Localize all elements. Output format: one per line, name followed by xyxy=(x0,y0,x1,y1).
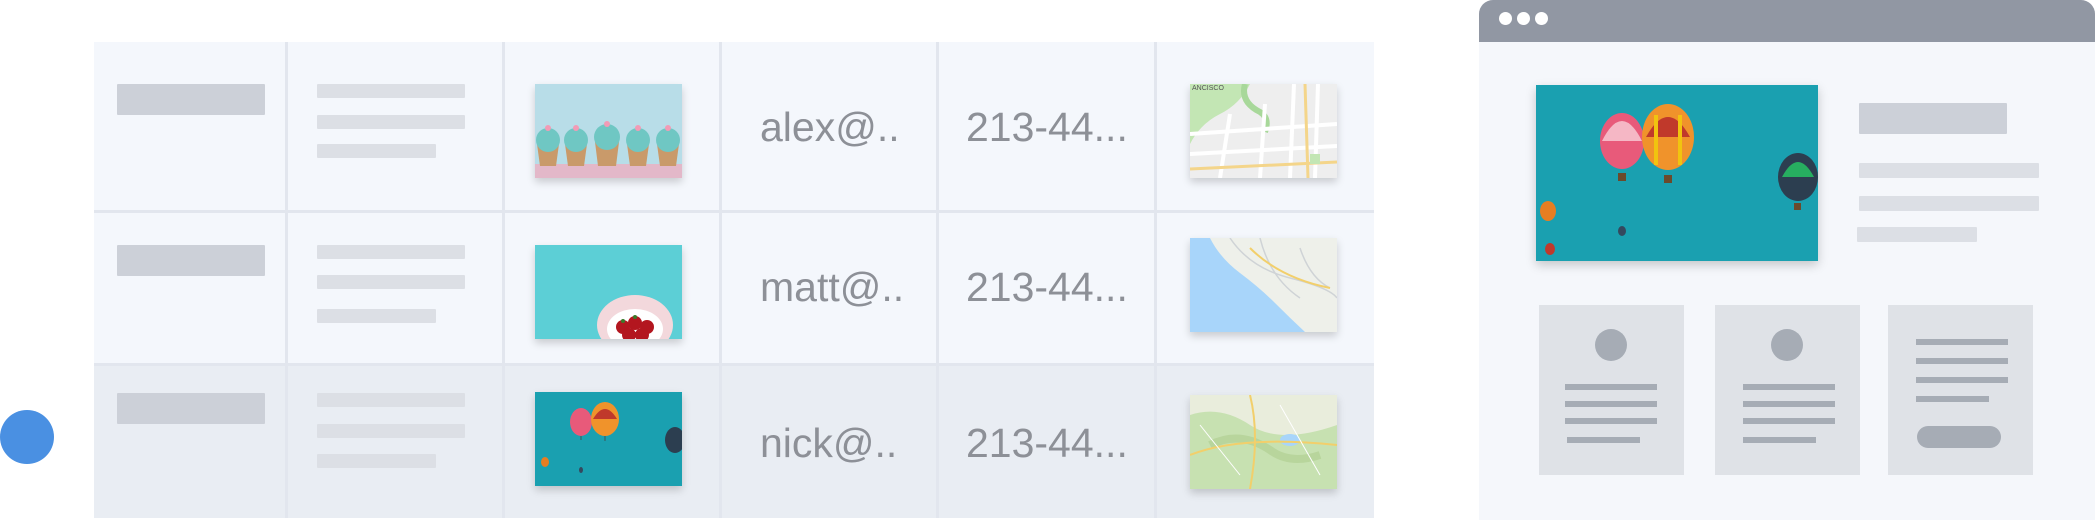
email-cell[interactable]: nick@.. xyxy=(760,420,897,467)
text-placeholder-line xyxy=(1916,396,1989,402)
name-placeholder xyxy=(117,84,265,115)
text-placeholder-line xyxy=(317,144,436,158)
window-title-bar xyxy=(1479,0,2095,42)
text-placeholder-line xyxy=(1743,437,1816,443)
text-placeholder-line xyxy=(1743,384,1835,390)
text-placeholder-line xyxy=(317,275,465,289)
text-placeholder-line xyxy=(317,245,465,259)
avatar xyxy=(1595,329,1627,361)
text-placeholder-line xyxy=(317,454,436,468)
city-map-thumbnail[interactable]: ANCISCO xyxy=(1190,84,1337,178)
balloons-photo[interactable] xyxy=(1536,85,1818,261)
window-close-dot[interactable] xyxy=(1499,12,1512,25)
balloons-photo[interactable] xyxy=(535,392,682,486)
name-placeholder xyxy=(117,393,265,424)
text-placeholder-line xyxy=(1916,358,2008,364)
drag-cursor-indicator[interactable] xyxy=(0,410,54,464)
name-placeholder xyxy=(117,245,265,276)
phone-cell[interactable]: 213-44... xyxy=(966,264,1128,311)
terrain-map-thumbnail[interactable] xyxy=(1190,395,1337,489)
profile-card[interactable] xyxy=(1539,305,1684,475)
profile-card[interactable] xyxy=(1715,305,1860,475)
avatar xyxy=(1771,329,1803,361)
text-placeholder-line xyxy=(1743,418,1835,424)
text-placeholder-line xyxy=(1916,377,2008,383)
text-placeholder-line xyxy=(317,309,436,323)
action-button[interactable] xyxy=(1917,426,2001,448)
title-placeholder xyxy=(1859,103,2007,134)
phone-cell[interactable]: 213-44... xyxy=(966,420,1128,467)
column-divider xyxy=(502,42,505,518)
text-placeholder-line xyxy=(1859,196,2039,211)
email-cell[interactable]: matt@.. xyxy=(760,264,904,311)
column-divider xyxy=(1154,42,1157,518)
phone-cell[interactable]: 213-44... xyxy=(966,104,1128,151)
data-table: alex@.. 213-44... ANCISCO matt@.. 213-44… xyxy=(94,42,1374,518)
cupcakes-photo[interactable] xyxy=(535,84,682,178)
text-placeholder-line xyxy=(1565,384,1657,390)
text-placeholder-line xyxy=(1859,163,2039,178)
column-divider xyxy=(936,42,939,518)
email-cell[interactable]: alex@.. xyxy=(760,104,900,151)
text-placeholder-line xyxy=(1565,418,1657,424)
text-placeholder-line xyxy=(1567,437,1640,443)
text-placeholder-line xyxy=(1857,227,1977,242)
text-placeholder-line xyxy=(317,84,465,98)
info-card[interactable] xyxy=(1888,305,2033,475)
strawberries-photo[interactable] xyxy=(535,245,682,339)
window-maximize-dot[interactable] xyxy=(1535,12,1548,25)
text-placeholder-line xyxy=(1916,339,2008,345)
text-placeholder-line xyxy=(317,393,465,407)
text-placeholder-line xyxy=(317,424,465,438)
column-divider xyxy=(285,42,288,518)
text-placeholder-line xyxy=(317,115,465,129)
browser-window xyxy=(1479,0,2095,520)
coast-map-thumbnail[interactable] xyxy=(1190,238,1337,332)
map-label: ANCISCO xyxy=(1192,85,1224,92)
text-placeholder-line xyxy=(1743,401,1835,407)
text-placeholder-line xyxy=(1565,401,1657,407)
column-divider xyxy=(719,42,722,518)
window-minimize-dot[interactable] xyxy=(1517,12,1530,25)
